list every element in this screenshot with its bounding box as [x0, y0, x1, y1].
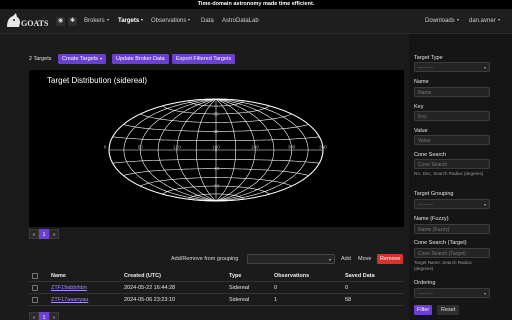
nav-data[interactable]: Data	[198, 16, 217, 27]
chevron-down-icon	[99, 57, 102, 60]
chevron-down-icon	[141, 19, 144, 22]
cone-search-help: RA, Dec, Search Radius (degrees)	[414, 171, 484, 176]
col-saved-data-header[interactable]: Saved Data	[345, 270, 375, 282]
export-filtered-targets-button[interactable]: Export Filtered Targets	[172, 54, 236, 64]
target-type-select[interactable]: ---------	[414, 62, 490, 72]
target-grouping-label: Target Grouping	[414, 191, 454, 197]
chart-title: Target Distribution (sidereal)	[47, 76, 148, 85]
select-all-checkbox[interactable]	[32, 273, 38, 279]
name-label: Name	[414, 79, 429, 85]
lat-tick-label: -30	[213, 166, 220, 171]
table-pagination: « 1 »	[29, 312, 59, 320]
chevron-down-icon	[484, 67, 486, 69]
row-checkbox[interactable]	[32, 285, 38, 291]
observations-cell: 0	[274, 285, 278, 291]
table-row: ZTF17aaanyau 2024-05-06 23:23:10 Siderea…	[29, 294, 404, 306]
col-name-header[interactable]: Name	[51, 270, 66, 282]
saved-data-cell: 58	[345, 297, 352, 303]
row-checkbox[interactable]	[32, 297, 38, 303]
name-input[interactable]: Name	[414, 87, 490, 97]
sky-map: 0 60 120 180 240 300 36060300-30-60	[104, 98, 327, 202]
goats-logo[interactable]: GOATS	[4, 11, 50, 32]
pagination-next[interactable]: »	[49, 312, 59, 320]
settings-icon[interactable]: ✱	[68, 17, 77, 26]
move-to-group-button[interactable]: Move	[356, 254, 373, 264]
filter-button[interactable]: Filter	[414, 305, 433, 315]
lon-tick-label: 60	[138, 145, 144, 150]
col-type-header[interactable]: Type	[229, 270, 241, 282]
chevron-down-icon	[329, 259, 331, 261]
chevron-down-icon	[106, 19, 109, 22]
update-broker-data-button[interactable]: Update Broker Data	[112, 54, 169, 64]
key-input[interactable]: Key	[414, 111, 490, 121]
pagination-prev[interactable]: «	[29, 312, 39, 320]
lon-tick-label: 300	[288, 145, 296, 150]
target-name-link[interactable]: ZTF17aaanyau	[51, 294, 88, 306]
observations-cell: 1	[274, 297, 278, 303]
chevron-down-icon	[484, 293, 486, 295]
grouping-select[interactable]	[247, 254, 335, 264]
cone-search-input[interactable]: Cone Search	[414, 159, 490, 169]
announcement-banner: Time-domain astronomy made time efficien…	[0, 0, 512, 9]
col-created-header[interactable]: Created (UTC)	[124, 270, 161, 282]
cone-search-target-help: Target Name, Search Radius (degrees)	[414, 260, 472, 271]
chevron-down-icon	[484, 204, 486, 206]
target-count: 2 Targets	[29, 56, 52, 62]
cone-search-target-label: Cone Search (Target)	[414, 240, 467, 246]
target-grouping-select[interactable]: ---------	[414, 199, 490, 209]
github-icon[interactable]: ◉	[56, 17, 65, 26]
ordering-label: Ordering	[414, 280, 436, 286]
target-distribution-chart: 0 60 120 180 240 300 360 60 30 0 -30 -60 Target Dis…	[29, 70, 404, 227]
nav-targets[interactable]: Targets	[115, 16, 146, 27]
pagination-next[interactable]: »	[49, 229, 59, 239]
nav-observations[interactable]: Observations	[148, 16, 193, 27]
chevron-down-icon	[456, 19, 459, 22]
filter-sidebar: Target Type --------- Name Name Key Key …	[409, 34, 512, 320]
cone-search-label: Cone Search	[414, 152, 447, 158]
fuzzy-name-input[interactable]: Name (Fuzzy)	[414, 224, 490, 234]
nav-astrodatalab[interactable]: AstroDataLab	[219, 16, 262, 27]
key-label: Key	[414, 104, 424, 110]
add-to-group-button[interactable]: Add	[339, 254, 353, 264]
value-label: Value	[414, 128, 428, 134]
fuzzy-name-label: Name (Fuzzy)	[414, 216, 449, 222]
lat-tick-label: -60	[213, 184, 220, 189]
chevron-down-icon	[497, 19, 500, 22]
saved-data-cell: 0	[345, 285, 349, 291]
table-row: ZTF19abbihbn 2024-05-22 16:44:28 Siderea…	[29, 282, 404, 294]
target-type-label: Target Type	[414, 55, 443, 61]
ordering-select[interactable]: ---------	[414, 288, 490, 298]
chart-pagination: « 1 »	[29, 229, 59, 239]
type-cell: Sidereal	[229, 285, 250, 291]
chevron-down-icon	[188, 19, 191, 22]
pagination-page-1[interactable]: 1	[39, 229, 49, 239]
col-observations-header[interactable]: Observations	[274, 270, 309, 282]
logo-text: GOATS	[21, 19, 49, 28]
nav-user-menu[interactable]: dan.avner	[466, 16, 503, 27]
grouping-label: Add/Remove from grouping	[171, 256, 239, 262]
lat-tick-label: 30	[213, 129, 219, 134]
value-input[interactable]: Value	[414, 135, 490, 145]
pagination-page-1[interactable]: 1	[39, 312, 49, 320]
lon-tick-label: 240	[251, 145, 259, 150]
cone-search-target-input[interactable]: Cone Search (Target)	[414, 248, 490, 258]
table-header-row: Name Created (UTC) Type Observations Sav…	[29, 270, 404, 282]
lat-tick-label: 60	[213, 111, 219, 116]
created-cell: 2024-05-22 16:44:28	[124, 285, 176, 291]
lon-tick-label: 360	[319, 145, 327, 150]
created-cell: 2024-05-06 23:23:10	[124, 297, 176, 303]
type-cell: Sidereal	[229, 297, 250, 303]
lon-tick-label: 120	[173, 145, 181, 150]
lon-tick-label: 0	[104, 145, 107, 150]
top-navbar: GOATS ◉ ✱ Brokers Targets Observations D…	[0, 9, 512, 34]
create-targets-button[interactable]: Create Targets	[58, 54, 106, 64]
nav-downloads[interactable]: Downloads	[422, 16, 462, 27]
remove-from-group-button[interactable]: Remove	[377, 254, 404, 264]
reset-button[interactable]: Reset	[437, 305, 460, 315]
nav-brokers[interactable]: Brokers	[81, 16, 112, 27]
target-name-link[interactable]: ZTF19abbihbn	[51, 282, 87, 294]
pagination-prev[interactable]: «	[29, 229, 39, 239]
